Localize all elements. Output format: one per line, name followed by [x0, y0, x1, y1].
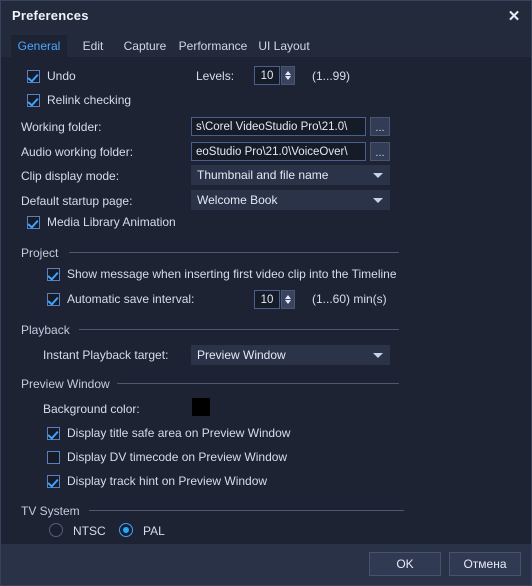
- relink-checking-label: Relink checking: [47, 93, 132, 107]
- tab-strip: General Edit Capture Performance UI Layo…: [1, 31, 531, 57]
- preferences-dialog: Preferences ✕ General Edit Capture Perfo…: [0, 0, 532, 586]
- general-tab-panel: Undo Levels: 10 (1...99) Relink checking…: [9, 57, 525, 546]
- chevron-up-icon[interactable]: [285, 71, 291, 75]
- audio-folder-input[interactable]: eoStudio Pro\21.0\VoiceOver\: [191, 142, 366, 161]
- tab-capture[interactable]: Capture: [117, 35, 173, 57]
- tv-system-group-divider: [89, 510, 404, 511]
- cancel-button[interactable]: Отмена: [449, 552, 521, 576]
- chevron-down-icon[interactable]: [285, 300, 291, 304]
- tab-ui-layout[interactable]: UI Layout: [253, 35, 315, 57]
- ntsc-label: NTSC: [73, 524, 106, 538]
- clip-display-mode-select[interactable]: Thumbnail and file name: [191, 165, 390, 185]
- autosave-label: Automatic save interval:: [67, 292, 195, 306]
- show-message-label: Show message when inserting first video …: [67, 267, 397, 281]
- startup-page-value: Welcome Book: [197, 193, 278, 207]
- levels-input[interactable]: 10: [254, 66, 280, 85]
- autosave-checkbox[interactable]: [47, 293, 60, 306]
- dialog-footer: OK Отмена: [1, 544, 531, 585]
- levels-range-hint: (1...99): [312, 69, 351, 83]
- startup-page-label: Default startup page:: [21, 194, 133, 208]
- audio-folder-browse-button[interactable]: ...: [370, 142, 390, 161]
- chevron-down-icon[interactable]: [285, 76, 291, 80]
- playback-group-title: Playback: [21, 323, 70, 337]
- dv-timecode-label: Display DV timecode on Preview Window: [67, 450, 288, 464]
- show-message-checkbox[interactable]: [47, 268, 60, 281]
- tab-edit[interactable]: Edit: [71, 35, 115, 57]
- tab-general[interactable]: General: [11, 35, 67, 57]
- background-color-label: Background color:: [43, 402, 140, 416]
- close-icon[interactable]: ✕: [501, 5, 527, 27]
- instant-playback-target-select[interactable]: Preview Window: [191, 345, 390, 365]
- chevron-down-icon: [373, 173, 383, 178]
- chevron-down-icon: [373, 353, 383, 358]
- relink-checking-checkbox[interactable]: [27, 94, 40, 107]
- pal-label: PAL: [143, 524, 165, 538]
- undo-checkbox[interactable]: [27, 70, 40, 83]
- tv-system-group-title: TV System: [21, 504, 80, 518]
- ntsc-radio[interactable]: [49, 523, 63, 537]
- autosave-range-hint: (1...60) min(s): [312, 292, 387, 306]
- preview-window-group-title: Preview Window: [21, 377, 110, 391]
- levels-label: Levels:: [196, 69, 235, 83]
- track-hint-label: Display track hint on Preview Window: [67, 474, 268, 488]
- tab-performance[interactable]: Performance: [175, 35, 251, 57]
- working-folder-label: Working folder:: [21, 120, 102, 134]
- chevron-up-icon[interactable]: [285, 295, 291, 299]
- instant-playback-target-label: Instant Playback target:: [43, 348, 169, 362]
- title-safe-area-label: Display title safe area on Preview Windo…: [67, 426, 291, 440]
- working-folder-input[interactable]: s\Corel VideoStudio Pro\21.0\: [191, 117, 366, 136]
- project-group-divider: [69, 252, 399, 253]
- audio-folder-label: Audio working folder:: [21, 145, 134, 159]
- levels-spinner-buttons[interactable]: [281, 66, 295, 85]
- media-library-animation-checkbox[interactable]: [27, 216, 40, 229]
- startup-page-select[interactable]: Welcome Book: [191, 190, 390, 210]
- clip-display-mode-label: Clip display mode:: [21, 169, 120, 183]
- ok-button[interactable]: OK: [369, 552, 441, 576]
- title-safe-area-checkbox[interactable]: [47, 427, 60, 440]
- undo-label: Undo: [47, 69, 76, 83]
- working-folder-browse-button[interactable]: ...: [370, 117, 390, 136]
- autosave-input[interactable]: 10: [254, 290, 280, 309]
- chevron-down-icon: [373, 198, 383, 203]
- autosave-spinner-buttons[interactable]: [281, 290, 295, 309]
- media-library-animation-label: Media Library Animation: [47, 215, 176, 229]
- project-group-title: Project: [21, 246, 59, 260]
- track-hint-checkbox[interactable]: [47, 475, 60, 488]
- background-color-swatch[interactable]: [192, 398, 210, 416]
- pal-radio[interactable]: [119, 523, 133, 537]
- instant-playback-target-value: Preview Window: [197, 348, 286, 362]
- page-title: Preferences: [12, 8, 89, 23]
- dv-timecode-checkbox[interactable]: [47, 451, 60, 464]
- playback-group-divider: [79, 329, 399, 330]
- preview-window-group-divider: [117, 383, 399, 384]
- title-bar: Preferences ✕: [1, 1, 531, 31]
- clip-display-mode-value: Thumbnail and file name: [197, 168, 329, 182]
